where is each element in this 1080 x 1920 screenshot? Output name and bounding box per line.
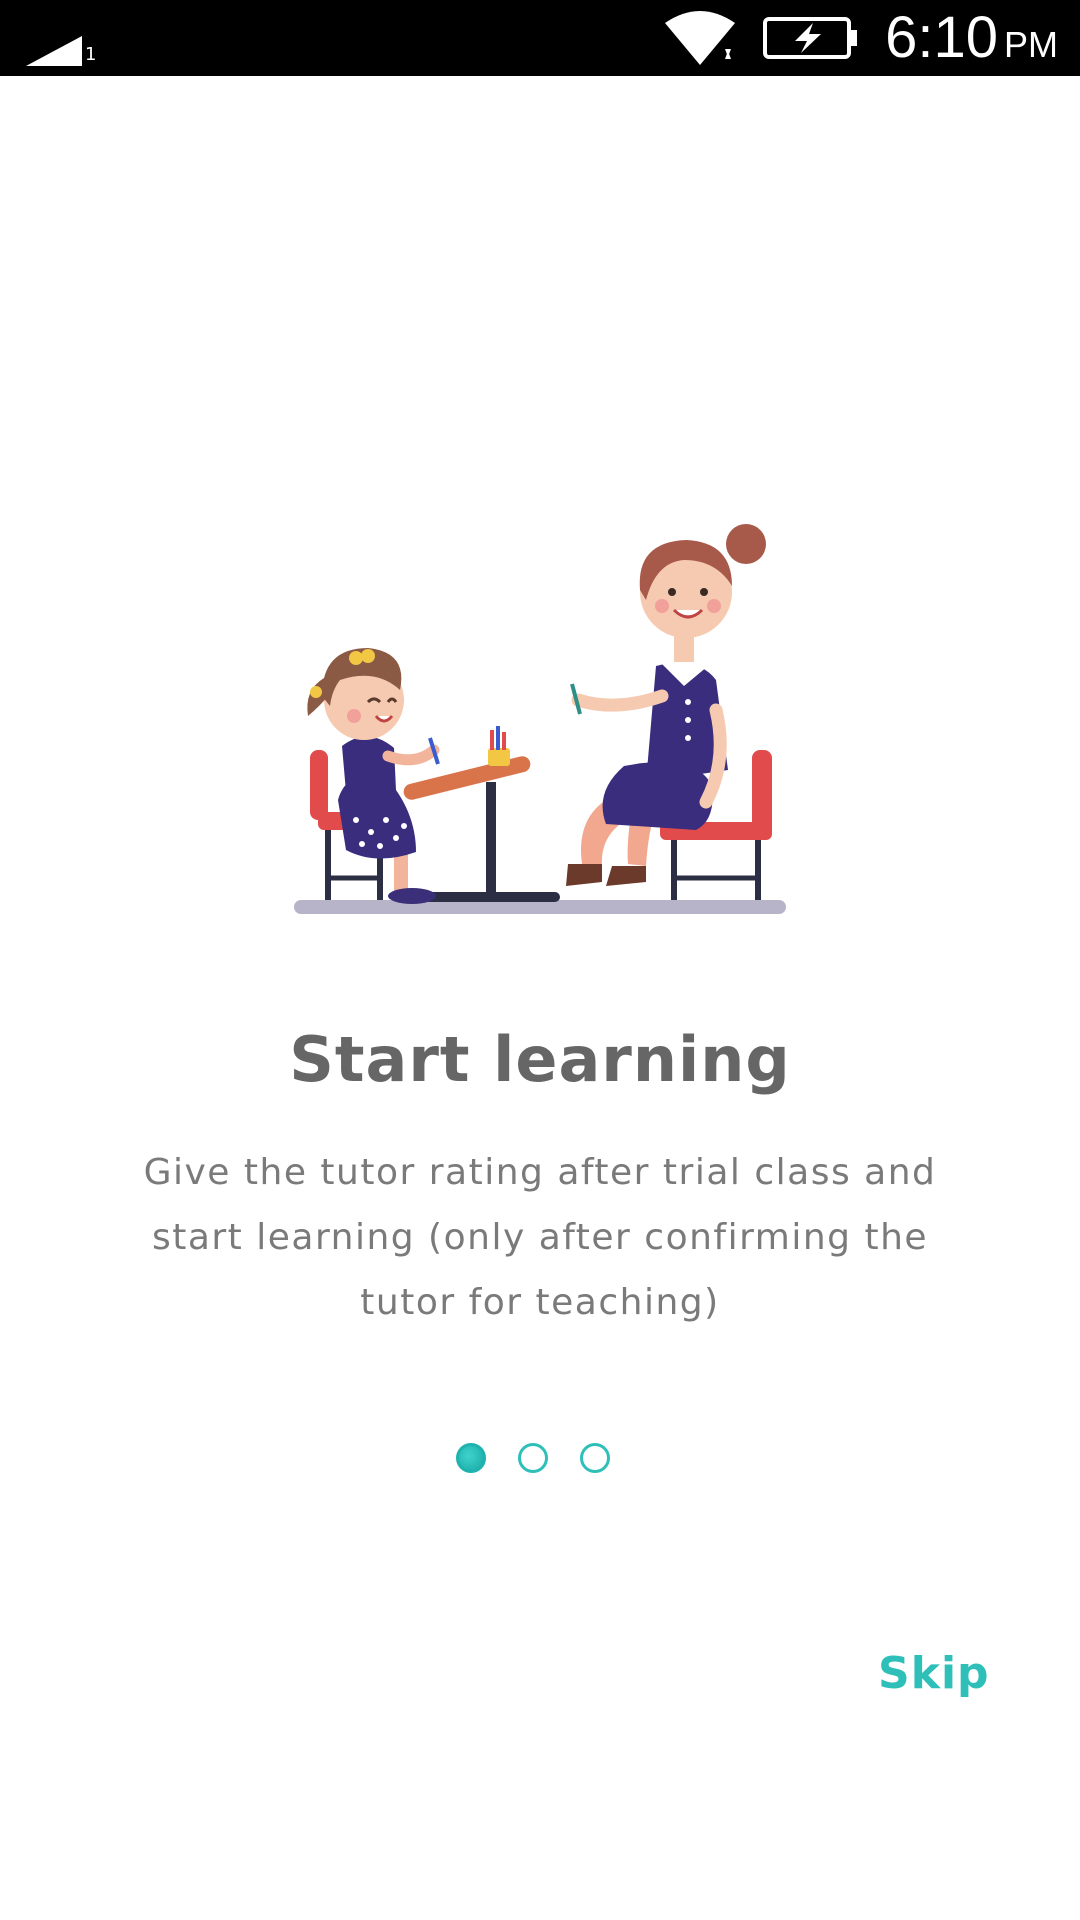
status-time-ampm: PM bbox=[1004, 24, 1058, 65]
status-bar: 1 6:10 PM bbox=[0, 0, 1080, 76]
page-dot-active[interactable] bbox=[456, 1443, 486, 1473]
status-bar-right: 6:10 PM bbox=[663, 0, 1058, 76]
wifi-icon bbox=[665, 11, 736, 65]
status-time-value: 6:10 bbox=[885, 5, 998, 70]
teacher-and-child-illustration bbox=[294, 524, 786, 914]
onboarding-title: Start learning bbox=[289, 1023, 791, 1096]
page-dot[interactable] bbox=[580, 1443, 610, 1473]
page-indicator[interactable] bbox=[456, 1440, 626, 1476]
page-dot[interactable] bbox=[518, 1443, 548, 1473]
signal-icon bbox=[26, 36, 82, 66]
battery-charging-icon bbox=[763, 17, 858, 59]
onboarding-description: Give the tutor rating after trial class … bbox=[143, 1152, 937, 1323]
skip-button[interactable]: Skip bbox=[878, 1648, 990, 1699]
signal-label: 1 bbox=[85, 44, 97, 65]
status-time: 6:10 PM bbox=[885, 9, 1058, 67]
